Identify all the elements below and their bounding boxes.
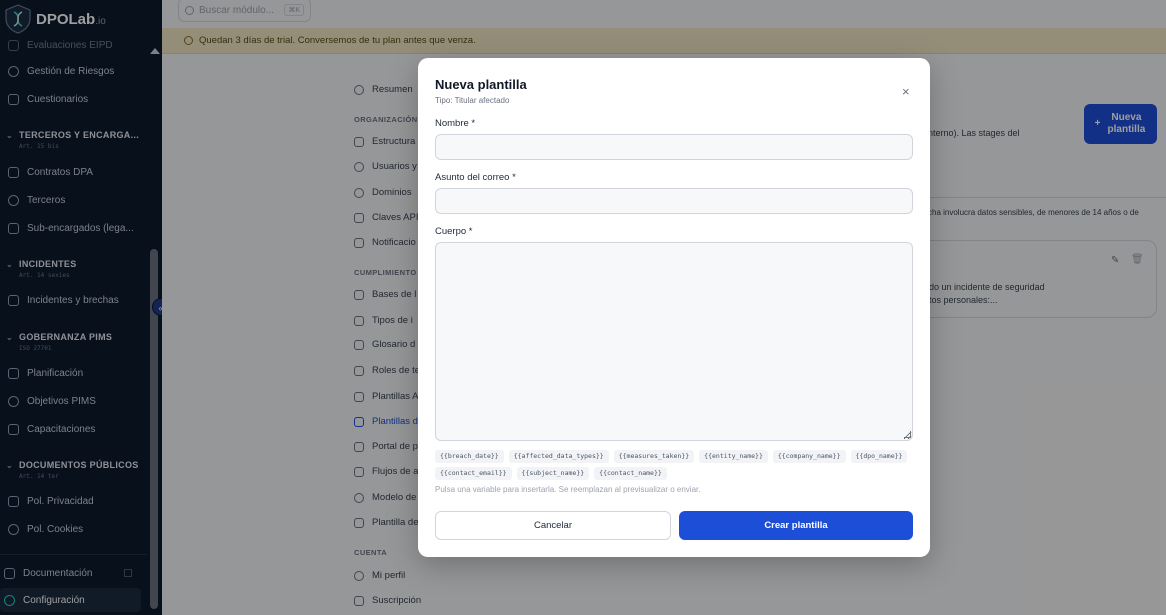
variable-chip[interactable]: {{dpo_name}}	[850, 450, 908, 463]
modal-subtitle: Tipo: Titular afectado	[435, 96, 510, 105]
variable-chip[interactable]: {{affected_data_types}}	[508, 450, 609, 463]
subject-label: Asunto del correo *	[435, 172, 516, 183]
variable-chip[interactable]: {{subject_name}}	[516, 467, 590, 480]
variable-chip[interactable]: {{contact_email}}	[435, 467, 512, 480]
name-field[interactable]	[435, 134, 913, 160]
body-label: Cuerpo *	[435, 226, 473, 237]
resize-grip-icon[interactable]	[904, 431, 911, 438]
cancel-button[interactable]: Cancelar	[435, 511, 671, 540]
modal-title: Nueva plantilla	[435, 77, 527, 92]
variable-chip[interactable]: {{entity_name}}	[699, 450, 768, 463]
close-icon[interactable]: ×	[902, 84, 910, 99]
body-field[interactable]	[435, 242, 913, 441]
new-template-modal: Nueva plantilla Tipo: Titular afectado ×…	[418, 58, 930, 557]
variable-chip[interactable]: {{breach_date}}	[435, 450, 504, 463]
variable-chip[interactable]: {{contact_name}}	[594, 467, 667, 480]
variable-chip[interactable]: {{measures_taken}}	[613, 450, 695, 463]
name-label: Nombre *	[435, 118, 476, 129]
variable-chips: {{breach_date}} {{affected_data_types}} …	[435, 450, 915, 480]
subject-field[interactable]	[435, 188, 913, 214]
create-template-button[interactable]: Crear plantilla	[679, 511, 913, 540]
variable-chip[interactable]: {{company_name}}	[772, 450, 846, 463]
variables-hint: Pulsa una variable para insertarla. Se r…	[435, 485, 701, 494]
